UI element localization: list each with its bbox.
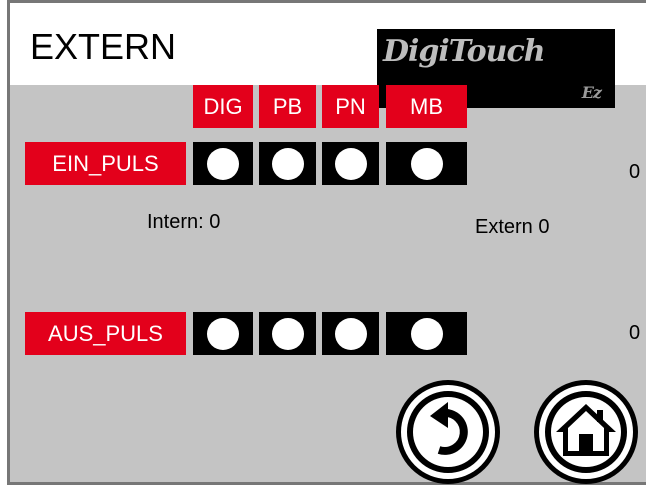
- extern-status: Extern 0: [475, 216, 550, 238]
- back-button[interactable]: [396, 380, 500, 484]
- indicator-ein-mb[interactable]: [386, 142, 467, 185]
- home-button[interactable]: [534, 380, 638, 484]
- row-label-ein-puls[interactable]: EIN_PULS: [25, 142, 186, 185]
- indicator-aus-pb[interactable]: [259, 312, 316, 355]
- aus-puls-value: 0: [629, 322, 641, 344]
- logo-sub: Ez: [581, 83, 602, 102]
- indicator-ein-dig[interactable]: [193, 142, 253, 185]
- intern-status: Intern: 0: [147, 211, 221, 233]
- indicator-dot: [271, 317, 304, 350]
- row-label-aus-puls[interactable]: AUS_PULS: [25, 312, 186, 355]
- indicator-ein-pn[interactable]: [322, 142, 379, 185]
- indicator-aus-mb[interactable]: [386, 312, 467, 355]
- page-title: EXTERN: [30, 26, 177, 67]
- indicator-dot: [207, 147, 239, 180]
- indicator-aus-pn[interactable]: [322, 312, 379, 355]
- indicator-dot: [410, 317, 443, 350]
- indicator-ein-pb[interactable]: [259, 142, 316, 185]
- logo-text: DigiTouch: [383, 34, 546, 69]
- column-header-pn: PN: [322, 85, 379, 128]
- indicator-dot: [334, 147, 367, 180]
- indicator-dot: [334, 317, 367, 350]
- indicator-dot: [207, 317, 239, 350]
- back-arrow-icon: [401, 385, 495, 479]
- column-header-mb: MB: [386, 85, 467, 128]
- indicator-aus-dig[interactable]: [193, 312, 253, 355]
- column-header-dig: DIG: [193, 85, 253, 128]
- indicator-dot: [271, 147, 304, 180]
- ein-puls-value: 0: [629, 161, 641, 183]
- home-icon: [539, 385, 633, 479]
- column-header-pb: PB: [259, 85, 316, 128]
- indicator-dot: [410, 147, 443, 180]
